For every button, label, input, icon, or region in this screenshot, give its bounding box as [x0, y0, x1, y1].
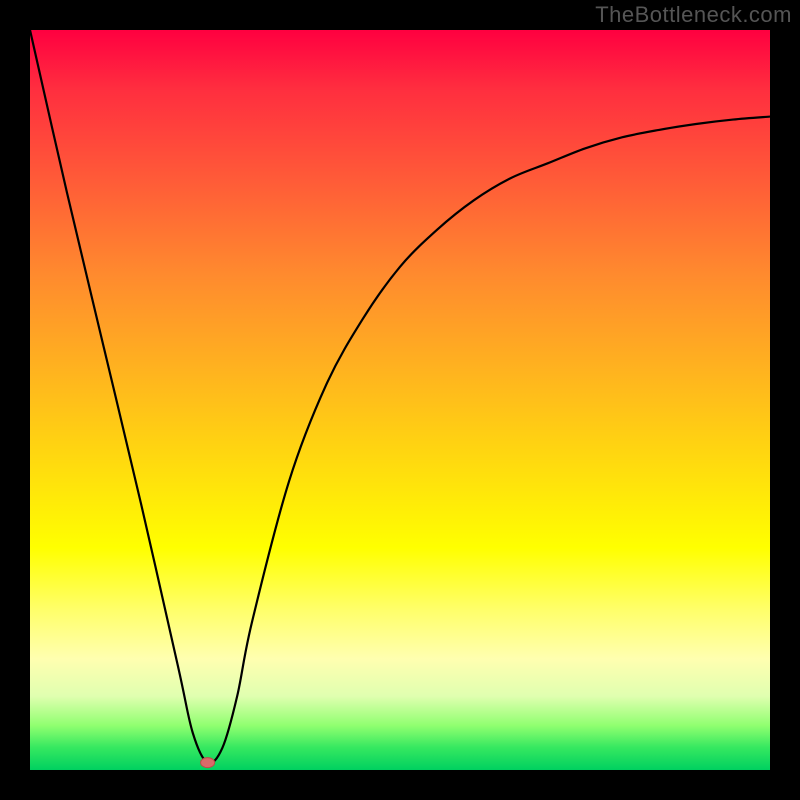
plot-area	[30, 30, 770, 770]
chart-frame: TheBottleneck.com	[0, 0, 800, 800]
watermark-text: TheBottleneck.com	[595, 2, 792, 28]
min-point-marker	[201, 758, 215, 768]
bottleneck-curve	[30, 30, 770, 763]
curve-svg	[30, 30, 770, 770]
